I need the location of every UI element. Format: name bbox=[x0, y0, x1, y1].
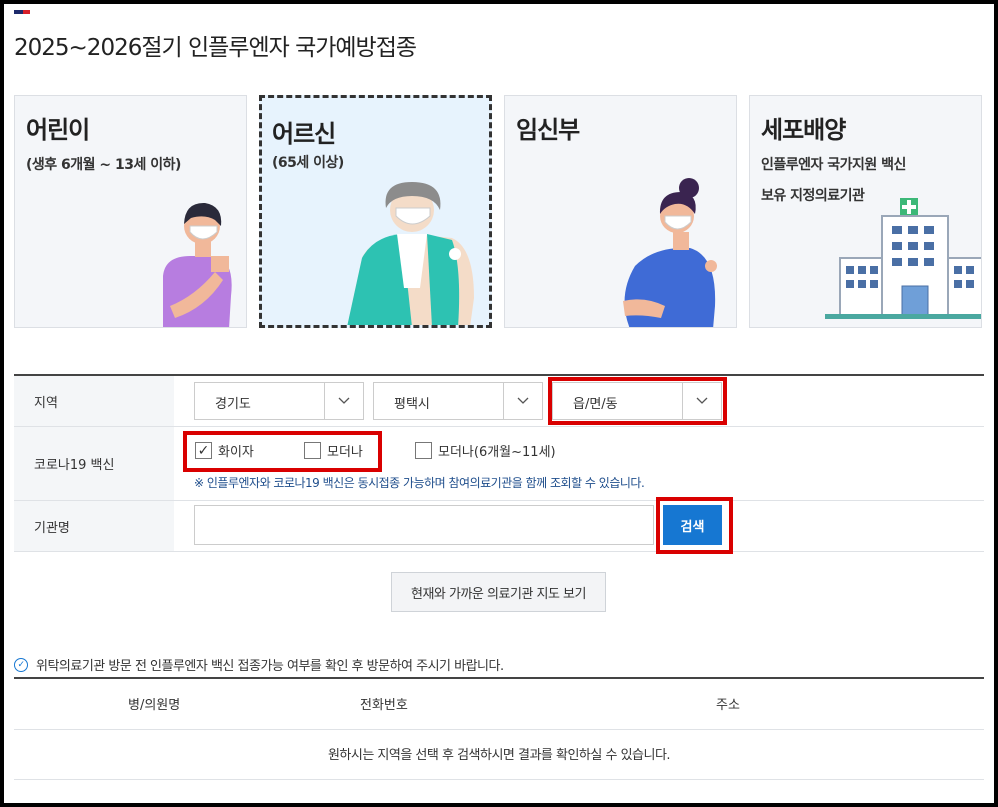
card-cell-culture[interactable]: 세포배양 인플루엔자 국가지원 백신 보유 지정의료기관 bbox=[749, 95, 982, 328]
empty-result-message: 원하시는 지역을 선택 후 검색하시면 결과를 확인하실 수 있습니다. bbox=[327, 748, 671, 763]
province-select[interactable]: 경기도 bbox=[194, 382, 364, 420]
header-hospital: 병/의원명 bbox=[128, 698, 181, 713]
vaccine-highlight bbox=[183, 431, 382, 472]
table-top-border bbox=[14, 677, 984, 679]
card-pregnant[interactable]: 임신부 bbox=[504, 95, 737, 328]
flag-logo bbox=[14, 10, 30, 14]
header-phone: 전화번호 bbox=[360, 698, 408, 713]
covid-label: 코로나19 백신 bbox=[14, 427, 174, 500]
header-address: 주소 bbox=[716, 698, 740, 713]
search-highlight bbox=[656, 497, 733, 554]
city-select[interactable]: 평택시 bbox=[373, 382, 543, 420]
card-children[interactable]: 어린이 (생후 6개월 ~ 13세 이하) bbox=[14, 95, 247, 328]
province-value: 경기도 bbox=[215, 397, 251, 412]
info-text: 위탁의료기관 방문 전 인플루엔자 백신 접종가능 여부를 확인 후 방문하여 … bbox=[36, 659, 504, 674]
chevron-down-icon bbox=[503, 383, 542, 419]
org-name-input[interactable] bbox=[194, 505, 654, 545]
chevron-down-icon bbox=[324, 383, 363, 419]
checkbox-box bbox=[415, 442, 432, 459]
checkbox-moderna-kids[interactable]: 모더나(6개월~11세) bbox=[415, 441, 556, 460]
card-seniors[interactable]: 어르신 (65세 이상) bbox=[259, 95, 492, 328]
info-notice: ✓ 위탁의료기관 방문 전 인플루엔자 백신 접종가능 여부를 확인 후 방문하… bbox=[14, 655, 504, 674]
pregnant-illustration bbox=[623, 178, 717, 327]
region-label: 지역 bbox=[14, 376, 174, 426]
table-divider bbox=[14, 729, 984, 730]
nearby-map-button[interactable]: 현재와 가까운 의료기관 지도 보기 bbox=[391, 572, 606, 612]
org-label: 기관명 bbox=[14, 501, 174, 551]
hospital-illustration bbox=[825, 198, 981, 319]
senior-illustration bbox=[347, 182, 474, 325]
check-circle-icon: ✓ bbox=[14, 657, 28, 672]
city-value: 평택시 bbox=[394, 397, 430, 412]
child-illustration bbox=[163, 202, 232, 327]
district-highlight bbox=[548, 377, 727, 425]
page-title: 2025~2026절기 인플루엔자 국가예방접종 bbox=[14, 35, 417, 61]
table-bottom-border bbox=[14, 779, 984, 780]
covid-note: ※ 인플루엔자와 코로나19 백신은 동시접종 가능하며 참여의료기관을 함께 … bbox=[194, 476, 645, 490]
checkbox-label: 모더나(6개월~11세) bbox=[438, 445, 556, 460]
